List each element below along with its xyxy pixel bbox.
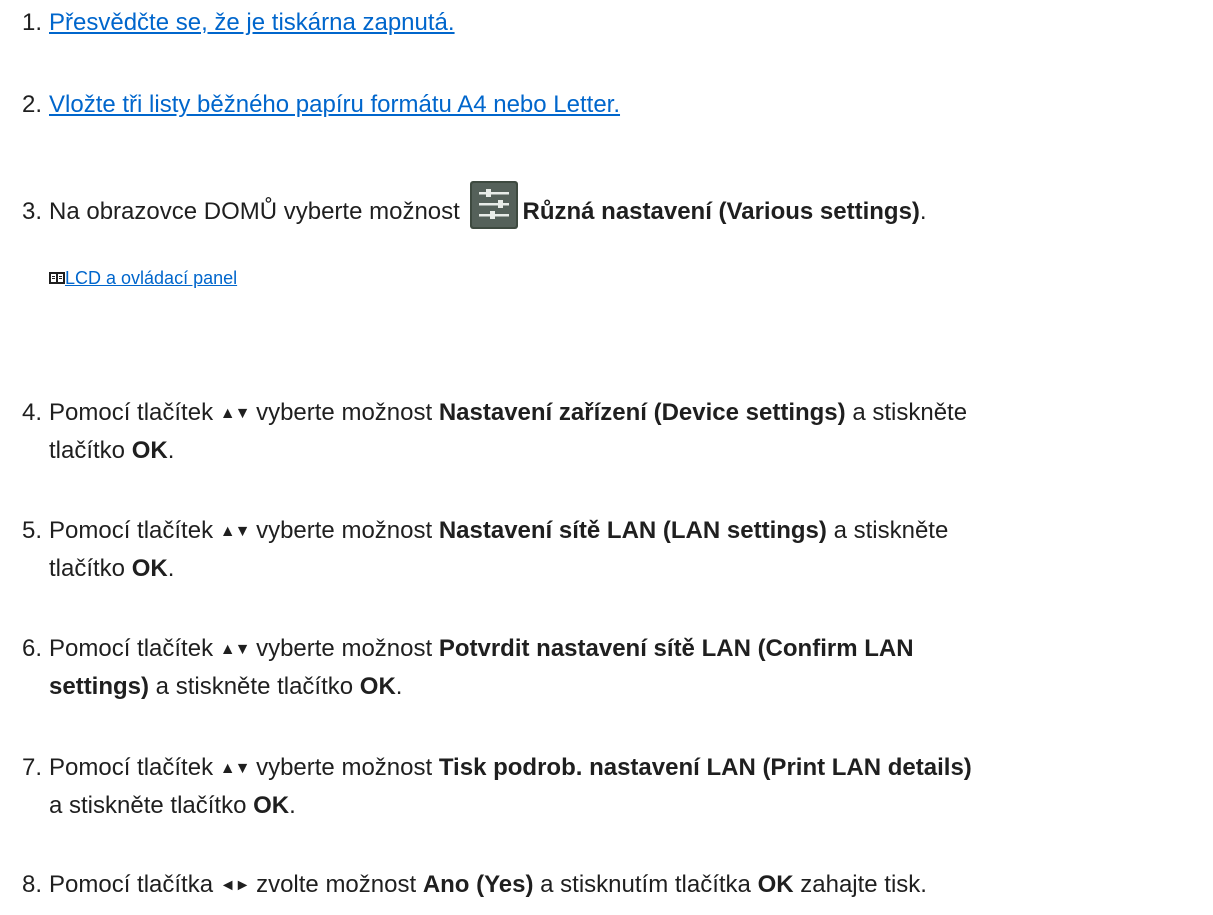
step-number: 8. [22,871,43,898]
up-down-arrows-icon: ▲▼ [219,405,251,422]
step-text: tlačítko [49,437,132,464]
step-text: vyberte možnost [249,517,439,544]
step-5: 5. Pomocí tlačítek ▲▼ vyberte možnost Nas… [22,512,1202,587]
step-continuation: tlačítko OK. [22,550,1202,587]
ok-label: OK [253,792,290,819]
step-bold-text: Různá nastavení (Various settings) [522,198,920,225]
step-3: 3. Na obrazovce DOMŮ vyberte možnost Různ… [22,181,1202,230]
step-1: 1. Přesvědčte se, že je tiskárna zapnutá. [22,4,1202,41]
step-bold-text: Potvrdit nastavení sítě LAN (Confirm LAN [438,635,914,662]
step-number: 4. [22,399,43,426]
step-bold-text: settings) [49,673,150,700]
step-text: zvolte možnost [249,871,423,898]
step-bold-text: Nastavení zařízení (Device settings) [438,399,846,426]
step-number: 3. [22,198,43,225]
step-continuation: tlačítko OK. [22,432,1202,469]
step-text: Pomocí tlačítek [49,399,220,426]
step-text: . [395,673,403,700]
step-continuation: settings) a stiskněte tlačítko OK. [22,668,1202,705]
step-text: a stiskněte [845,399,968,426]
ok-label: OK [131,555,168,582]
step-text: a stiskněte tlačítko [49,792,254,819]
printer-on-link[interactable]: Přesvědčte se, že je tiskárna zapnutá. [49,9,455,36]
step-text: vyberte možnost [249,635,439,662]
step-text: tlačítko [49,555,132,582]
load-paper-link[interactable]: Vložte tři listy běžného papíru formátu … [49,91,620,118]
lcd-panel-reference: LCD a ovládací panel [49,266,237,290]
lcd-panel-link[interactable]: LCD a ovládací panel [65,268,237,288]
step-text: vyberte možnost [249,399,439,426]
step-text: Pomocí tlačítek [49,517,220,544]
step-text: Pomocí tlačítek [49,635,220,662]
step-text: zahajte tisk. [793,871,927,898]
step-2: 2. Vložte tři listy běžného papíru formát… [22,86,1202,123]
step-text: vyberte možnost [249,754,439,781]
ok-label: OK [757,871,794,898]
step-number: 1. [22,9,43,36]
step-bold-text: Ano (Yes) [422,871,534,898]
reference-link-icon [49,266,65,284]
step-text: a stiskněte tlačítko [149,673,360,700]
step-text: Na obrazovce DOMŮ vyberte možnost [49,198,467,225]
up-down-arrows-icon: ▲▼ [219,760,251,777]
step-4: 4. Pomocí tlačítek ▲▼ vyberte možnost Nas… [22,394,1202,469]
ok-label: OK [131,437,168,464]
up-down-arrows-icon: ▲▼ [219,523,251,540]
step-number: 5. [22,517,43,544]
left-right-arrows-icon: ◄► [219,877,251,894]
step-text: Pomocí tlačítek [49,754,220,781]
step-continuation: a stiskněte tlačítko OK. [22,787,1202,824]
step-text: a stiskněte [826,517,949,544]
step-text: . [919,198,927,225]
settings-sliders-icon [470,181,519,229]
step-text: . [167,555,175,582]
step-8: 8. Pomocí tlačítka ◄► zvolte možnost Ano … [22,866,1202,904]
step-text: Pomocí tlačítka [49,871,220,898]
step-bold-text: Nastavení sítě LAN (LAN settings) [438,517,827,544]
step-6: 6. Pomocí tlačítek ▲▼ vyberte možnost Pot… [22,630,1202,705]
step-text: a stisknutím tlačítka [533,871,758,898]
step-number: 6. [22,635,43,662]
step-7: 7. Pomocí tlačítek ▲▼ vyberte možnost Tis… [22,749,1202,824]
step-text: . [289,792,296,819]
step-number: 7. [22,754,43,781]
step-text: . [167,437,175,464]
up-down-arrows-icon: ▲▼ [219,641,251,658]
step-bold-text: Tisk podrob. nastavení LAN (Print LAN de… [438,754,972,781]
ok-label: OK [359,673,396,700]
step-number: 2. [22,91,43,118]
